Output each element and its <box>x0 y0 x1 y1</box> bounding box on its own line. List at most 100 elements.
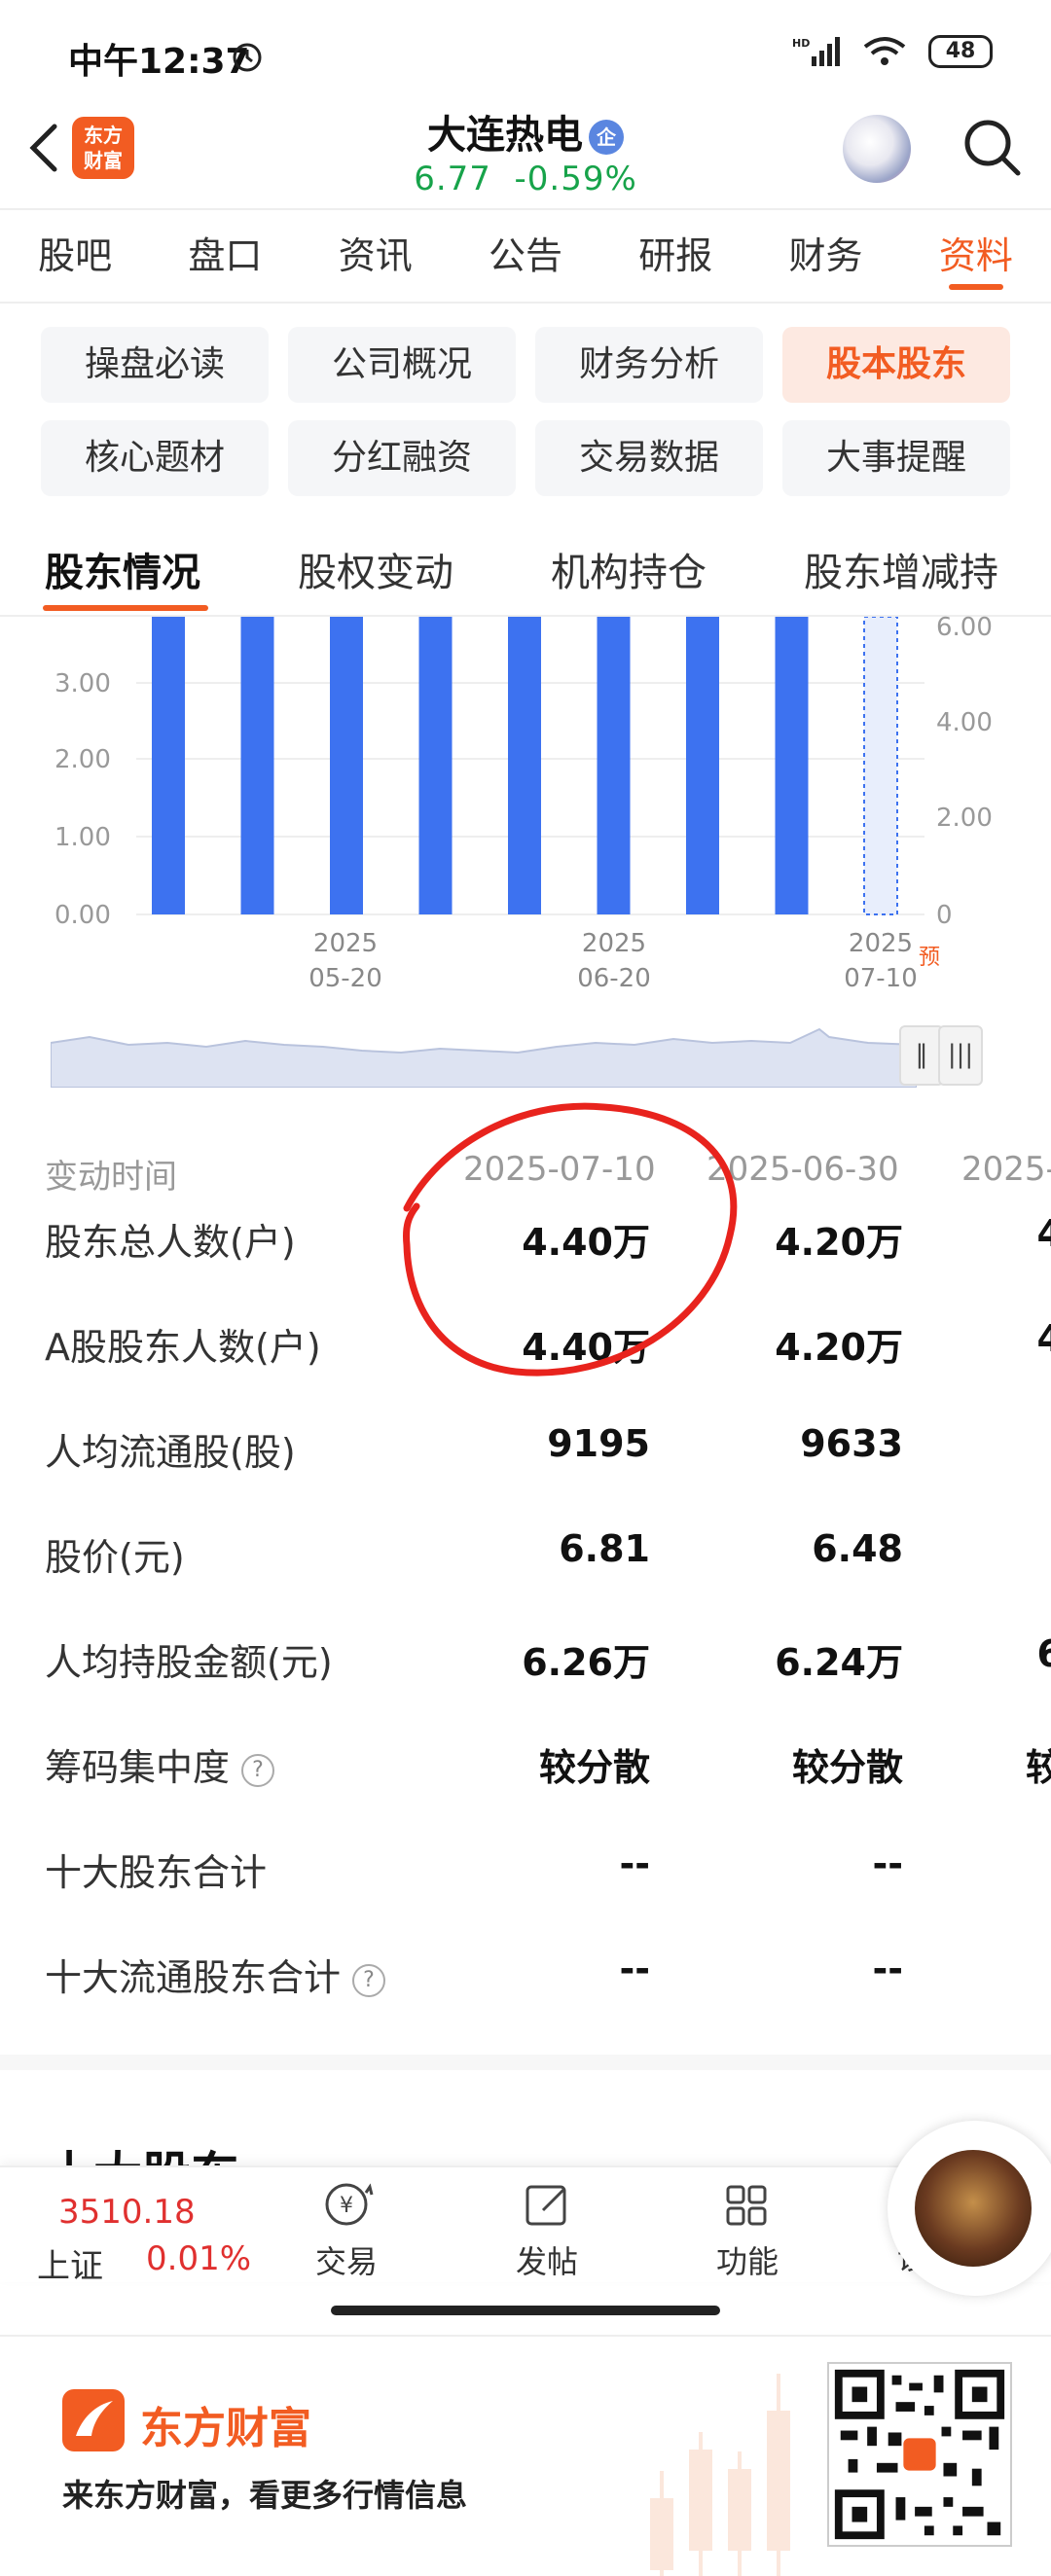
table-cell: 6.81 <box>559 1527 650 1570</box>
table-cell: 4.20万 <box>775 1326 903 1369</box>
home-indicator[interactable] <box>331 2306 720 2315</box>
row-label: 人均流通股(股) <box>45 1431 296 1474</box>
chart-bar[interactable] <box>418 617 453 914</box>
section-separator <box>0 2055 1051 2070</box>
signal-icon: HD <box>792 37 840 66</box>
subtab-shareholders[interactable]: 股东情况 <box>45 541 200 597</box>
status-bar: 中午12:37 HD 48 <box>0 0 1051 107</box>
table-cell: -- <box>872 1843 903 1885</box>
chart-bar[interactable] <box>240 617 274 914</box>
avatar <box>915 2150 1032 2267</box>
table-cell: -- <box>619 1948 650 1990</box>
svg-text:HD: HD <box>792 37 810 50</box>
alarm-icon <box>233 43 262 72</box>
qr-code[interactable] <box>827 2362 1012 2547</box>
eastmoney-brand-icon <box>62 2389 125 2451</box>
candlestick-decoration <box>650 2374 790 2576</box>
chart-bar[interactable] <box>508 617 541 914</box>
app-screen: 中午12:37 HD 48 东方 财富 大连热电企 6.77 -0.59% 股吧… <box>0 0 1051 2576</box>
table-cell: 6.26万 <box>522 1641 650 1684</box>
wifi-icon <box>863 37 906 65</box>
chart-bar[interactable] <box>775 617 809 914</box>
change-time-label: 变动时间 <box>45 1158 177 1197</box>
subtab-equity-change[interactable]: 股权变动 <box>298 541 453 597</box>
row-label: 筹码集中度? <box>45 1737 275 1791</box>
chart-bar[interactable] <box>330 617 363 914</box>
tab-profile[interactable]: 资料 <box>901 210 1051 302</box>
table-cell: 6 <box>1036 1632 1051 1675</box>
tab-guba[interactable]: 股吧 <box>0 210 150 302</box>
enterprise-badge: 企 <box>589 120 624 155</box>
table-cell: 6.24万 <box>775 1641 903 1684</box>
holder-count-chart <box>136 617 924 915</box>
table-cell: 较 <box>1025 1746 1051 1789</box>
table-cell: 较分散 <box>791 1746 903 1789</box>
yen-exchange-icon: ¥ <box>325 2183 374 2226</box>
chart-bar[interactable] <box>686 617 719 914</box>
help-icon[interactable]: ? <box>352 1963 386 1997</box>
btn-financial-analysis[interactable]: 财务分析 <box>535 327 763 403</box>
subtab-holding-changes[interactable]: 股东增减持 <box>804 541 998 597</box>
btn-trading-data[interactable]: 交易数据 <box>535 420 763 496</box>
row-label: 十大股东合计 <box>45 1851 268 1894</box>
tab-finance[interactable]: 财务 <box>750 210 900 302</box>
x-tick-label: 2025 06-20 <box>577 929 651 993</box>
chart-bar[interactable] <box>152 617 185 914</box>
edit-icon <box>526 2185 566 2226</box>
tab-pankou[interactable]: 盘口 <box>150 210 300 302</box>
table-cell: 9633 <box>800 1422 903 1465</box>
help-icon[interactable]: ? <box>241 1753 275 1787</box>
row-label: A股股东人数(户) <box>45 1326 321 1369</box>
toolbar-trade-button[interactable]: ¥ 交易 <box>278 2175 415 2282</box>
stock-name: 大连热电 <box>427 113 583 158</box>
forecast-label: 预 <box>919 946 941 970</box>
row-label: 股价(元) <box>45 1536 185 1579</box>
row-label: 十大流通股东合计? <box>45 1948 386 2001</box>
btn-share-capital[interactable]: 股本股东 <box>782 327 1010 403</box>
chart-navigator[interactable] <box>51 1023 917 1088</box>
toolbar-post-button[interactable]: 发帖 <box>479 2175 615 2282</box>
tab-announcements[interactable]: 公告 <box>451 210 600 302</box>
stock-price: 6.77 <box>414 160 491 198</box>
stock-change: -0.59% <box>514 160 637 198</box>
table-cell: -- <box>619 1843 650 1885</box>
search-icon[interactable] <box>960 115 1024 179</box>
table-cell: 较分散 <box>538 1746 650 1789</box>
btn-core-themes[interactable]: 核心题材 <box>41 420 269 496</box>
row-label: 人均持股金额(元) <box>45 1641 333 1684</box>
tab-news[interactable]: 资讯 <box>301 210 451 302</box>
table-cell: 4.20万 <box>775 1221 903 1264</box>
battery-indicator: 48 <box>928 35 993 68</box>
status-time: 中午12:37 <box>68 42 250 82</box>
main-tabs: 股吧 盘口 资讯 公告 研报 财务 资料 <box>0 210 1051 302</box>
ai-assistant-icon[interactable] <box>843 115 911 183</box>
subtab-underline <box>43 605 208 611</box>
toolbar-functions-button[interactable]: 功能 <box>679 2175 815 2282</box>
table-cell: 4 <box>1036 1212 1051 1255</box>
footer-tagline: 来东方财富，看更多行情信息 <box>62 2477 468 2514</box>
index-name[interactable]: 上证 <box>37 2239 103 2287</box>
x-tick-label: 2025 05-20 <box>308 929 382 993</box>
btn-trading-guide[interactable]: 操盘必读 <box>41 327 269 403</box>
grid-icon <box>726 2185 767 2226</box>
index-change[interactable]: 0.01% <box>146 2239 251 2278</box>
navigator-handle-right[interactable]: ||| <box>938 1025 983 1086</box>
status-icons: HD 48 <box>792 35 993 68</box>
btn-company-overview[interactable]: 公司概况 <box>288 327 516 403</box>
table-cell: 6.48 <box>812 1527 903 1570</box>
table-cell: -- <box>872 1948 903 1990</box>
chart-bar[interactable] <box>597 617 631 914</box>
date-col-3[interactable]: 2025- <box>961 1150 1051 1189</box>
svg-text:¥: ¥ <box>340 2194 353 2218</box>
subtab-institutions[interactable]: 机构持仓 <box>551 541 707 597</box>
btn-dividends[interactable]: 分红融资 <box>288 420 516 496</box>
divider <box>0 302 1051 304</box>
tab-research[interactable]: 研报 <box>600 210 750 302</box>
index-value[interactable]: 3510.18 <box>58 2193 196 2232</box>
footer-brand: 东方财富 <box>140 2404 311 2453</box>
btn-events[interactable]: 大事提醒 <box>782 420 1010 496</box>
table-cell: 4 <box>1036 1317 1051 1360</box>
chart-bar[interactable] <box>863 617 898 915</box>
row-label: 股东总人数(户) <box>45 1221 296 1264</box>
red-circle-annotation <box>403 1102 738 1377</box>
